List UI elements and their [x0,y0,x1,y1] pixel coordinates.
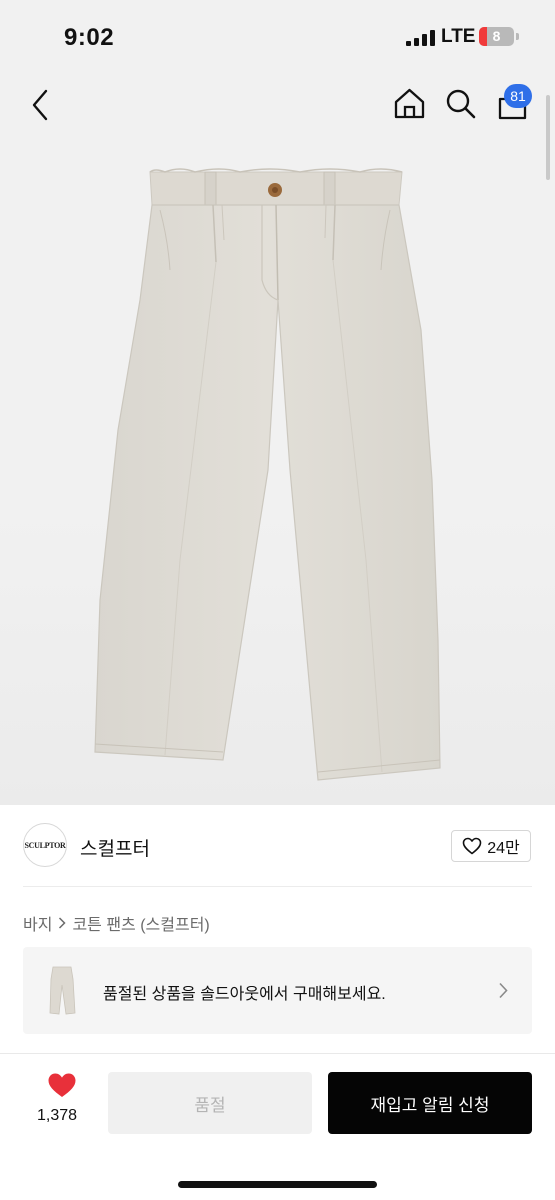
status-bar: 9:02 LTE 8 [0,0,555,72]
battery-icon: 8 [479,27,514,46]
search-icon[interactable] [444,87,477,120]
chevron-right-icon [59,917,67,929]
divider [0,1053,555,1054]
soldout-button: 품절 [108,1072,312,1134]
product-image [94,168,441,781]
network-type: LTE [441,26,476,47]
breadcrumb-product[interactable]: 코튼 팬츠 (스컬프터) [72,911,209,935]
status-time: 9:02 [64,24,115,51]
restock-alert-button[interactable]: 재입고 알림 신청 [328,1072,532,1134]
battery-level: 8 [492,28,501,44]
breadcrumb: 바지 코튼 팬츠 (스컬프터) [23,911,210,935]
brand-like-count: 24만 [487,840,520,857]
brand-name[interactable]: 스컬프터 [80,834,150,861]
chevron-right-icon [499,982,508,999]
heart-outline-icon [462,837,482,855]
brand-logo-text: SCULPTOR [24,840,66,850]
back-arrow-icon[interactable] [26,88,56,122]
scrollbar[interactable] [546,95,550,180]
wishlist-count: 1,378 [36,1107,78,1124]
brand-like-button[interactable]: 24만 [451,830,531,862]
breadcrumb-category[interactable]: 바지 [23,911,52,935]
heart-filled-icon [48,1073,76,1097]
brand-logo[interactable]: SCULPTOR [23,823,67,867]
product-image-gallery[interactable]: 1 / 6 [0,72,555,805]
promo-product-thumbnail [41,963,83,1019]
divider [23,886,532,887]
home-indicator[interactable] [178,1181,377,1188]
cellular-signal-icon [406,30,435,46]
cart-count-badge: 81 [504,84,532,108]
home-icon[interactable] [393,87,426,120]
battery-tip [516,33,519,40]
promo-text: 품절된 상품을 솔드아웃에서 구매해보세요. [103,986,386,1003]
soldout-promo-banner[interactable]: 품절된 상품을 솔드아웃에서 구매해보세요. [23,947,532,1034]
wishlist-button[interactable]: 1,378 [32,1072,82,1132]
